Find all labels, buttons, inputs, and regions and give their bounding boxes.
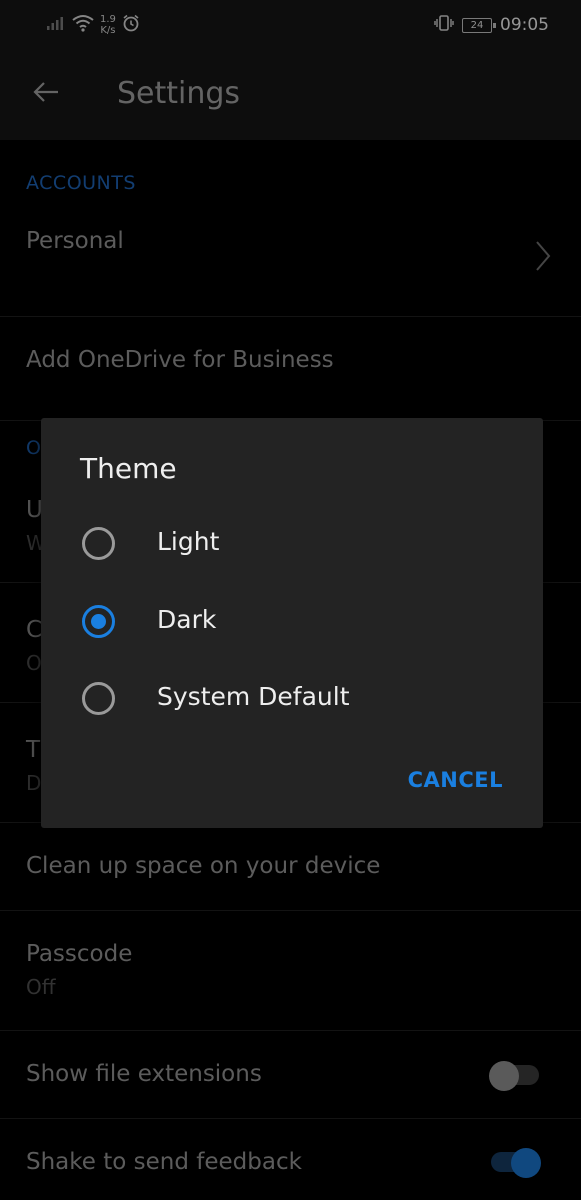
- radio-button-light[interactable]: [82, 527, 115, 560]
- theme-option-light[interactable]: Light: [41, 510, 543, 580]
- theme-option-system-default[interactable]: System Default: [41, 665, 543, 735]
- option-label: Light: [157, 527, 220, 556]
- theme-dialog: Theme Light Dark System Default CANCEL: [41, 418, 543, 828]
- option-label: System Default: [157, 682, 350, 711]
- radio-button-system-default[interactable]: [82, 682, 115, 715]
- radio-button-dark[interactable]: [82, 605, 115, 638]
- option-label: Dark: [157, 605, 217, 634]
- dialog-title: Theme: [80, 452, 177, 485]
- theme-option-dark[interactable]: Dark: [41, 588, 543, 658]
- cancel-button[interactable]: CANCEL: [408, 768, 503, 792]
